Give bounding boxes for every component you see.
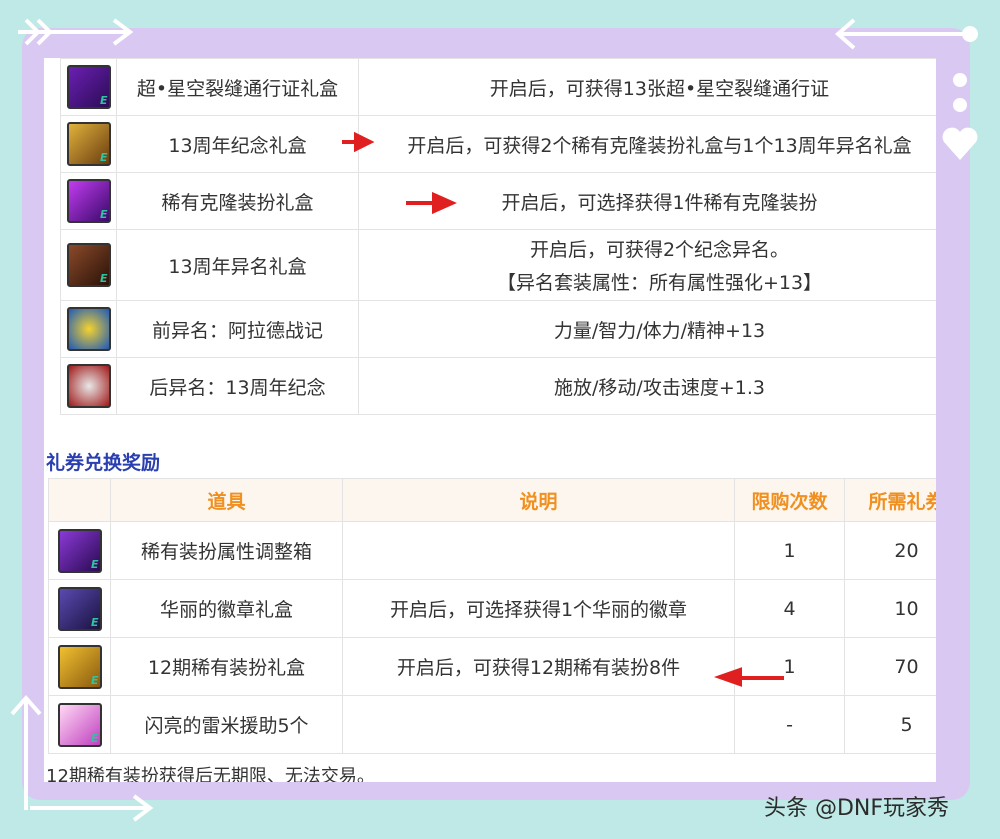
heart-decoration-icon <box>942 73 978 160</box>
item-desc: 开启后，可获得12期稀有装扮8件 <box>342 637 735 696</box>
item-name: 后异名：13周年纪念 <box>116 357 359 415</box>
arrow-decoration-icon <box>30 794 154 822</box>
item-desc: 开启后，可获得2个纪念异名。 <box>529 239 790 261</box>
title-icon <box>66 364 111 408</box>
coupon-cost: 70 <box>844 637 936 696</box>
content-panel: E 超•星空裂缝通行证礼盒 开启后，可获得13张超•星空裂缝通行证 E 13周年… <box>44 58 936 782</box>
rewards-table: E 超•星空裂缝通行证礼盒 开启后，可获得13张超•星空裂缝通行证 E 13周年… <box>60 58 936 415</box>
exchange-table: 道具 说明 限购次数 所需礼券 E 稀有装扮属性调整箱 1 20 E 华丽的徽章… <box>48 478 936 754</box>
box-icon: E <box>57 528 102 573</box>
table-row: E 闪亮的雷米援助5个 - 5 <box>48 695 936 754</box>
item-desc: 开启后，可获得13张超•星空裂缝通行证 <box>358 58 936 116</box>
coupon-cost: 20 <box>844 521 936 580</box>
item-name: 超•星空裂缝通行证礼盒 <box>116 58 359 116</box>
item-desc <box>342 521 735 580</box>
footnote: 12期稀有装扮获得后无期限、无法交易。 <box>46 766 375 782</box>
box-icon: E <box>66 65 111 109</box>
watermark: 头条 @DNF玩家秀 <box>764 796 950 821</box>
gift-icon: E <box>66 122 111 166</box>
item-name: 前异名：阿拉德战记 <box>116 300 359 358</box>
crystal-icon: E <box>57 702 102 747</box>
badge-box-icon: E <box>57 586 102 631</box>
purchase-limit: 1 <box>734 521 845 580</box>
column-header: 所需礼券 <box>844 478 936 522</box>
table-row: E 13周年纪念礼盒 开启后，可获得2个稀有克隆装扮礼盒与1个13周年异名礼盒 <box>60 115 936 173</box>
item-name: 华丽的徽章礼盒 <box>110 579 343 638</box>
chest-icon: E <box>66 243 111 287</box>
table-row: 后异名：13周年纪念 施放/移动/攻击速度+1.3 <box>60 357 936 415</box>
item-name: 稀有克隆装扮礼盒 <box>116 172 359 230</box>
table-row: E 稀有装扮属性调整箱 1 20 <box>48 521 936 580</box>
coupon-cost: 5 <box>844 695 936 754</box>
arrow-decoration-icon <box>834 18 978 50</box>
item-desc-extra: 【异名套装属性：所有属性强化+13】 <box>496 272 823 294</box>
column-header: 限购次数 <box>734 478 845 522</box>
table-row: E 稀有克隆装扮礼盒 开启后，可选择获得1件稀有克隆装扮 <box>60 172 936 230</box>
table-row: 前异名：阿拉德战记 力量/智力/体力/精神+13 <box>60 300 936 358</box>
item-desc: 施放/移动/攻击速度+1.3 <box>358 357 936 415</box>
costume-icon: E <box>66 179 111 223</box>
red-arrow-icon <box>713 667 784 687</box>
table-row: E 12期稀有装扮礼盒 开启后，可获得12期稀有装扮8件 1 70 <box>48 637 936 696</box>
arrow-decoration-icon <box>18 18 134 46</box>
red-arrow-icon <box>342 132 375 152</box>
item-desc: 开启后，可获得2个稀有克隆装扮礼盒与1个13周年异名礼盒 <box>358 115 936 173</box>
table-row: E 13周年异名礼盒 开启后，可获得2个纪念异名。【异名套装属性：所有属性强化+… <box>60 229 936 301</box>
table-header-row: 道具 说明 限购次数 所需礼券 <box>48 478 936 522</box>
item-name: 闪亮的雷米援助5个 <box>110 695 343 754</box>
item-desc <box>342 695 735 754</box>
purchase-limit: - <box>734 695 845 754</box>
column-header: 说明 <box>342 478 735 522</box>
chest-icon: E <box>57 644 102 689</box>
column-header: 道具 <box>110 478 343 522</box>
coupon-cost: 10 <box>844 579 936 638</box>
item-name: 稀有装扮属性调整箱 <box>110 521 343 580</box>
table-row: E 华丽的徽章礼盒 开启后，可选择获得1个华丽的徽章 4 10 <box>48 579 936 638</box>
item-name: 13周年异名礼盒 <box>116 229 359 301</box>
item-desc: 开启后，可选择获得1个华丽的徽章 <box>342 579 735 638</box>
purchase-limit: 4 <box>734 579 845 638</box>
item-desc: 力量/智力/体力/精神+13 <box>358 300 936 358</box>
item-name: 12期稀有装扮礼盒 <box>110 637 343 696</box>
title-icon <box>66 307 111 351</box>
table-row: E 超•星空裂缝通行证礼盒 开启后，可获得13张超•星空裂缝通行证 <box>60 58 936 116</box>
item-name: 13周年纪念礼盒 <box>116 115 359 173</box>
section-title: 礼券兑换奖励 <box>46 452 161 474</box>
red-arrow-icon <box>406 192 457 214</box>
